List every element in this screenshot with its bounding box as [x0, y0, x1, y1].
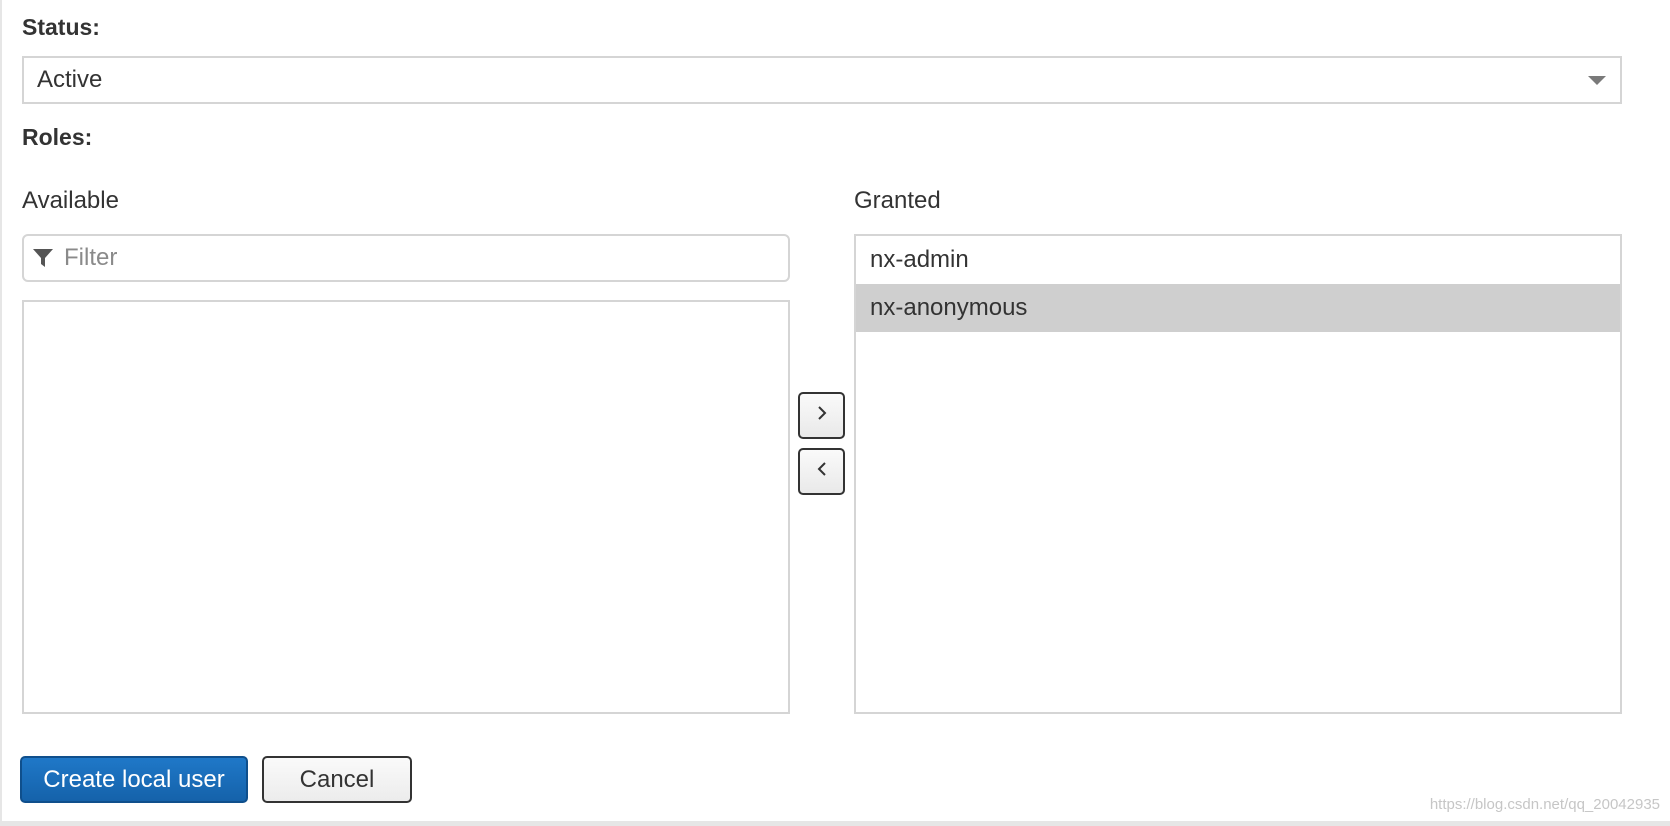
available-roles-list[interactable] [22, 300, 790, 714]
status-select[interactable]: Active [22, 56, 1622, 104]
cancel-button[interactable]: Cancel [262, 756, 412, 803]
filter-input[interactable] [64, 244, 744, 272]
user-form: Status: Active Roles: Available Granted [0, 0, 1670, 826]
caret-down-icon [1588, 76, 1606, 85]
watermark: https://blog.csdn.net/qq_20042935 [1429, 796, 1660, 813]
add-role-button[interactable] [798, 392, 845, 439]
granted-role-item[interactable]: nx-admin [856, 236, 1620, 284]
chevron-right-icon [815, 405, 829, 426]
create-local-user-button[interactable]: Create local user [20, 756, 248, 803]
status-select-value: Active [37, 66, 103, 93]
status-label: Status: [22, 14, 100, 40]
available-filter [22, 234, 790, 282]
funnel-icon [32, 247, 54, 269]
roles-label: Roles: [22, 124, 93, 150]
remove-role-button[interactable] [798, 448, 845, 495]
chevron-left-icon [815, 461, 829, 482]
granted-roles-list[interactable]: nx-admin nx-anonymous [854, 234, 1622, 714]
granted-heading: Granted [854, 187, 941, 214]
available-heading: Available [22, 187, 119, 214]
granted-role-item[interactable]: nx-anonymous [856, 284, 1620, 332]
